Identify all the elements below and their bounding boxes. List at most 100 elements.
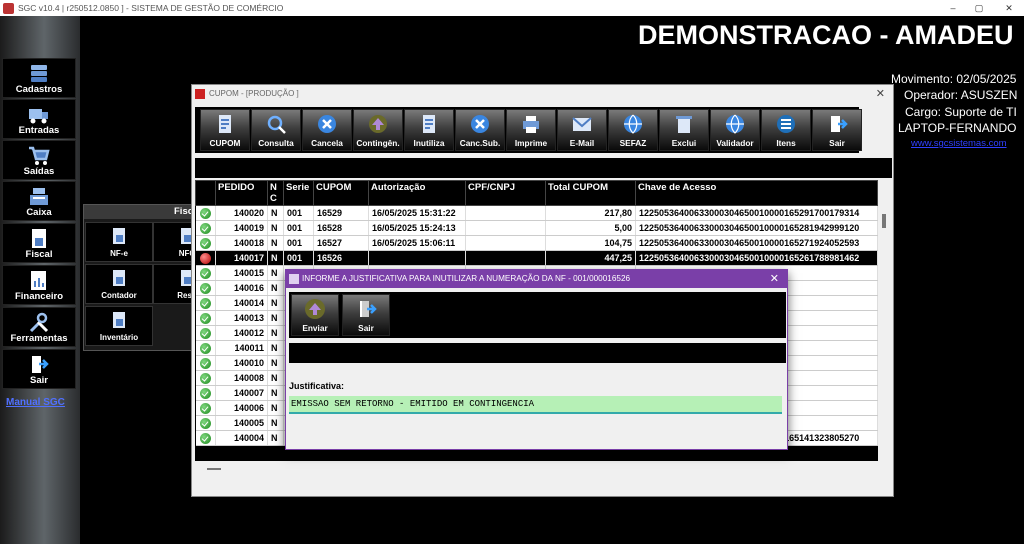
fiscal-item-0[interactable]: NF-e [85,222,153,262]
maximize-button[interactable]: ▢ [966,0,992,16]
column-header-1[interactable]: N C [267,180,284,206]
toolbar-validador-button[interactable]: Validador [710,109,760,151]
fiscal-item-4[interactable]: Inventário [85,306,153,346]
row-status-cell [195,265,216,281]
sidebar-item-label: Caixa [26,207,52,218]
authorized-icon [199,282,211,294]
column-header-4[interactable]: Autorização [368,180,466,206]
toolbar-contingn-button[interactable]: Contingên. [353,109,403,151]
minimize-button[interactable]: – [940,0,966,16]
sidebar-item-fiscal[interactable]: Fiscal [2,223,76,263]
sidebar-item-entradas[interactable]: Entradas [2,99,76,139]
sidebar: Cadastros Entradas Saídas Caixa Fiscal Financ… [0,16,80,544]
sidebar-item-caixa[interactable]: Caixa [2,181,76,221]
authorized-icon [199,267,211,279]
sidebar-item-ferramentas[interactable]: Ferramentas [2,307,76,347]
row-status-cell [195,385,216,401]
column-header-2[interactable]: Serie [283,180,314,206]
enviar-button[interactable]: Enviar [291,294,339,336]
sidebar-item-financeiro[interactable]: Financeiro [2,265,76,305]
row-status-cell [195,325,216,341]
column-header-6[interactable]: Total CUPOM [545,180,636,206]
dialog-sair-button[interactable]: Sair [342,294,390,336]
toolbar-sair-button[interactable]: Sair [812,109,862,151]
authorized-icon [199,237,211,249]
cell-chave: 1225053640063300030465001000016526178898… [635,250,878,266]
dialog-titlebar: INFORME A JUSTIFICATIVA PARA INUTILIZAR … [286,270,787,288]
table-row[interactable]: 140020 N 001 16529 16/05/2025 15:31:22 217,80… [195,205,878,221]
close-button[interactable]: ✕ [996,0,1022,16]
toolbar-cupom-button[interactable]: CUPOM [200,109,250,151]
window-title: SGC v10.4 | r250512.0850 ] - SISTEMA DE … [18,3,284,13]
table-row[interactable]: 140018 N 001 16527 16/05/2025 15:06:11 104,75… [195,235,878,251]
justificativa-input[interactable] [289,396,782,414]
cell-pedido: 140017 [215,250,268,266]
document-icon [113,228,125,244]
authorized-icon [199,387,211,399]
cart-icon [29,146,50,165]
cupom-close-icon[interactable]: ✕ [876,85,885,103]
email-icon [572,117,592,131]
row-status-cell [195,220,216,236]
sidebar-item-label: Sair [30,375,48,386]
exit-icon [32,356,49,373]
exit-icon [360,301,377,317]
toolbar-imprime-button[interactable]: Imprime [506,109,556,151]
cell-cpf [465,205,546,221]
toolbar-email-button[interactable]: E-Mail [557,109,607,151]
column-header-0[interactable]: PEDIDO [215,180,268,206]
list-icon [777,115,795,133]
operador-text: Operador: ASUSZEN [904,88,1018,102]
authorized-icon [199,327,211,339]
website-link[interactable]: www.sgcsistemas.com [911,138,1007,149]
authorized-icon [199,432,211,444]
grid-vertical-scrollbar[interactable] [878,180,892,461]
column-header-3[interactable]: CUPOM [313,180,369,206]
toolbar-consulta-button[interactable]: Consulta [251,109,301,151]
enviar-label: Enviar [302,323,328,333]
toolbar-itens-button[interactable]: Itens [761,109,811,151]
sidebar-item-sadas[interactable]: Saídas [2,140,76,180]
cell-total: 104,75 [545,235,636,251]
table-row[interactable]: 140019 N 001 16528 16/05/2025 15:24:13 5,00 12… [195,220,878,236]
cell-serie: 001 [283,220,314,236]
row-status-cell [195,250,216,266]
dialog-close-icon[interactable]: ✕ [770,270,779,288]
cell-pedido: 140015 [215,265,268,281]
sidebar-item-label: Financeiro [14,291,64,302]
cell-serie: 001 [283,205,314,221]
grid-horizontal-scrollbar[interactable] [195,463,892,475]
toolbar-cancela-button[interactable]: Cancela [302,109,352,151]
cell-pedido: 140018 [215,235,268,251]
toolbar-button-label: Exclui [671,138,697,148]
fiscal-item-2[interactable]: Contador [85,264,153,304]
table-row[interactable]: 140017 N 001 16526 447,25 1225053640063300030… [195,250,878,266]
cell-nc: N [267,205,284,221]
toolbar-cancsub-button[interactable]: Canc.Sub. [455,109,505,151]
cell-cpf [465,250,546,266]
sidebar-item-label: Fiscal [25,249,53,260]
chart-doc-icon [31,271,46,290]
sidebar-item-cadastros[interactable]: Cadastros [2,58,76,98]
authorized-icon [199,222,211,234]
cell-pedido: 140005 [215,415,268,431]
column-header-5[interactable]: CPF/CNPJ [465,180,546,206]
cell-nc: N [267,340,284,356]
cupom-window-titlebar: CUPOM - [PRODUÇÃO ] ✕ [192,85,893,103]
sidebar-item-sair[interactable]: Sair [2,349,76,389]
toolbar-exclui-button[interactable]: Exclui [659,109,709,151]
toolbar-button-label: Imprime [514,138,548,148]
search-icon [267,115,286,134]
row-status-cell [195,235,216,251]
movimento-text: Movimento: 02/05/2025 [891,72,1017,86]
pen-icon [113,270,125,286]
row-status-cell [195,430,216,446]
cell-nc: N [267,370,284,386]
column-header-7[interactable]: Chave de Acesso [635,180,878,206]
justificativa-label: Justificativa: [289,381,345,391]
cell-cpf [465,220,546,236]
toolbar-inutiliza-button[interactable]: Inutiliza [404,109,454,151]
register-icon [30,188,48,205]
manual-link[interactable]: Manual SGC [6,397,65,408]
toolbar-sefaz-button[interactable]: SEFAZ [608,109,658,151]
